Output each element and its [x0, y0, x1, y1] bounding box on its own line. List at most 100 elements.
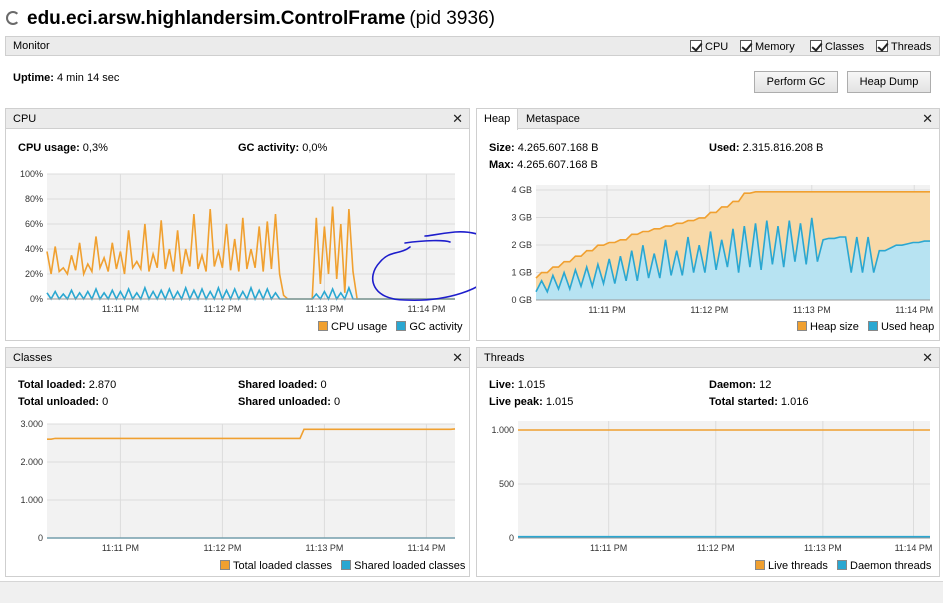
window-title: edu.eci.arsw.highlandersim.ControlFrame(… — [27, 8, 495, 30]
y-tick-label: 2.000 — [20, 457, 43, 467]
gc-activity-label: GC activity: — [238, 142, 300, 154]
total-started-label: Total started: — [709, 396, 778, 408]
status-bar — [0, 581, 943, 603]
y-tick-label: 40% — [25, 244, 43, 254]
x-tick-label: 11:13 PM — [306, 304, 344, 314]
shared-unloaded-stat: Shared unloaded: 0 — [238, 396, 340, 408]
uptime-value: 4 min 14 sec — [53, 72, 120, 84]
memory-checkbox-label: Memory — [755, 41, 795, 53]
y-tick-label: 60% — [25, 219, 43, 229]
heap-size-value: 4.265.607.168 B — [514, 142, 599, 154]
legend-label-shared-loaded: Shared loaded classes — [354, 560, 466, 572]
total-loaded-label: Total loaded: — [18, 379, 86, 391]
y-tick-label: 20% — [25, 269, 43, 279]
total-loaded-stat: Total loaded: 2.870 — [18, 379, 116, 391]
shared-loaded-value: 0 — [317, 379, 327, 391]
heap-used-stat: Used: 2.315.816.208 B — [709, 142, 823, 154]
y-tick-label: 3 GB — [511, 213, 532, 223]
heap-used-value: 2.315.816.208 B — [739, 142, 824, 154]
threads-checkbox[interactable]: Threads — [876, 40, 931, 54]
cpu-usage-value: 0,3% — [79, 142, 108, 154]
heap-legend: Heap size Used heap — [797, 321, 934, 333]
plot-background — [47, 424, 455, 538]
heap-dump-button[interactable]: Heap Dump — [847, 71, 931, 93]
heap-used-label: Used: — [709, 142, 740, 154]
plot-background — [47, 174, 455, 299]
cpu-usage-stat: CPU usage: 0,3% — [18, 142, 108, 154]
heap-max-stat: Max: 4.265.607.168 B — [489, 159, 598, 171]
close-icon[interactable]: ✕ — [922, 350, 933, 366]
threads-checkbox-label: Threads — [891, 41, 932, 53]
close-icon[interactable]: ✕ — [452, 350, 463, 366]
live-peak-value: 1.015 — [542, 396, 574, 408]
uptime: Uptime: 4 min 14 sec — [13, 72, 119, 84]
daemon-stat: Daemon: 12 — [709, 379, 771, 391]
heap-chart: 4 GB 3 GB 2 GB 1 GB 0 GB 11:11 PM 11:12 PM 11:1… — [511, 185, 933, 315]
y-tick-label: 1.000 — [491, 425, 514, 435]
legend-swatch-daemon-threads — [837, 560, 847, 570]
y-tick-label: 0% — [30, 294, 43, 304]
daemon-label: Daemon: — [709, 379, 757, 391]
x-tick-label: 11:14 PM — [895, 543, 933, 553]
legend-swatch-gc-activity — [396, 321, 407, 331]
y-tick-label: 0 — [509, 533, 514, 543]
shared-unloaded-value: 0 — [330, 396, 341, 408]
legend-label-daemon-threads: Daemon threads — [850, 560, 932, 572]
x-tick-label: 11:13 PM — [804, 543, 842, 553]
y-tick-label: 80% — [25, 194, 43, 204]
checkbox-check-icon[interactable] — [810, 40, 822, 52]
total-unloaded-value: 0 — [99, 396, 109, 408]
x-tick-label: 11:12 PM — [204, 304, 242, 314]
checkbox-check-icon[interactable] — [876, 40, 888, 52]
uptime-label: Uptime: — [13, 72, 54, 84]
close-icon[interactable]: ✕ — [922, 111, 933, 127]
total-started-stat: Total started: 1.016 — [709, 396, 808, 408]
total-unloaded-label: Total unloaded: — [18, 396, 100, 408]
monitor-bar: Monitor CPU Memory Classes Threads — [5, 36, 940, 56]
x-tick-label: 11:11 PM — [102, 304, 139, 314]
legend-swatch-heap-size — [797, 321, 807, 331]
legend-label-used-heap: Used heap — [880, 321, 935, 333]
cpu-panel-header: CPU ✕ — [6, 109, 469, 129]
checkbox-check-icon[interactable] — [740, 40, 752, 52]
x-tick-label: 11:11 PM — [590, 543, 627, 553]
cpu-chart: 100% 80% 60% 40% 20% 0% 11:11 PM 11:12 PM 11:13 … — [20, 169, 499, 314]
memory-checkbox[interactable]: Memory — [740, 40, 795, 54]
tab-heap[interactable]: Heap — [477, 109, 519, 130]
classes-checkbox[interactable]: Classes — [810, 40, 864, 54]
shared-loaded-label: Shared loaded: — [238, 379, 318, 391]
x-tick-label: 11:13 PM — [306, 543, 344, 553]
live-label: Live: — [489, 379, 515, 391]
shared-loaded-stat: Shared loaded: 0 — [238, 379, 327, 391]
x-tick-label: 11:11 PM — [102, 543, 139, 553]
x-tick-label: 11:11 PM — [588, 305, 625, 315]
threads-panel-header: Threads ✕ — [477, 348, 939, 368]
live-peak-label: Live peak: — [489, 396, 543, 408]
tab-metaspace[interactable]: Metaspace — [519, 109, 587, 129]
x-tick-label: 11:12 PM — [204, 543, 242, 553]
x-tick-label: 11:12 PM — [690, 305, 728, 315]
x-tick-label: 11:12 PM — [697, 543, 735, 553]
threads-chart: 1.000 500 0 11:11 PM 11:12 PM 11:13 PM 11:14 P… — [491, 421, 933, 553]
y-tick-label: 3.000 — [20, 419, 43, 429]
legend-label-gc-activity: GC activity — [409, 321, 463, 333]
shared-unloaded-label: Shared unloaded: — [238, 396, 331, 408]
y-tick-label: 0 GB — [511, 295, 532, 305]
threads-legend: Live threads Daemon threads — [755, 560, 931, 572]
classes-legend: Total loaded classes Shared loaded class… — [220, 560, 465, 572]
classes-chart: 3.000 2.000 1.000 0 11:11 PM 11:12 PM 11:13 PM… — [20, 419, 456, 553]
perform-gc-button[interactable]: Perform GC — [754, 71, 838, 93]
gc-activity-stat: GC activity: 0,0% — [238, 142, 327, 154]
close-icon[interactable]: ✕ — [452, 111, 463, 127]
classes-panel-title: Classes — [13, 352, 53, 364]
legend-swatch-live-threads — [755, 560, 765, 570]
cpu-panel-title: CPU — [13, 113, 37, 125]
pid-label: (pid 3936) — [409, 8, 495, 29]
cpu-checkbox-label: CPU — [705, 41, 729, 53]
cpu-checkbox[interactable]: CPU — [690, 40, 728, 54]
checkbox-check-icon[interactable] — [690, 40, 702, 52]
total-loaded-value: 2.870 — [85, 379, 117, 391]
heap-panel-header: Heap Metaspace ✕ — [477, 109, 939, 130]
app-name: edu.eci.arsw.highlandersim.ControlFrame — [27, 8, 406, 29]
legend-swatch-total-loaded — [220, 560, 230, 570]
